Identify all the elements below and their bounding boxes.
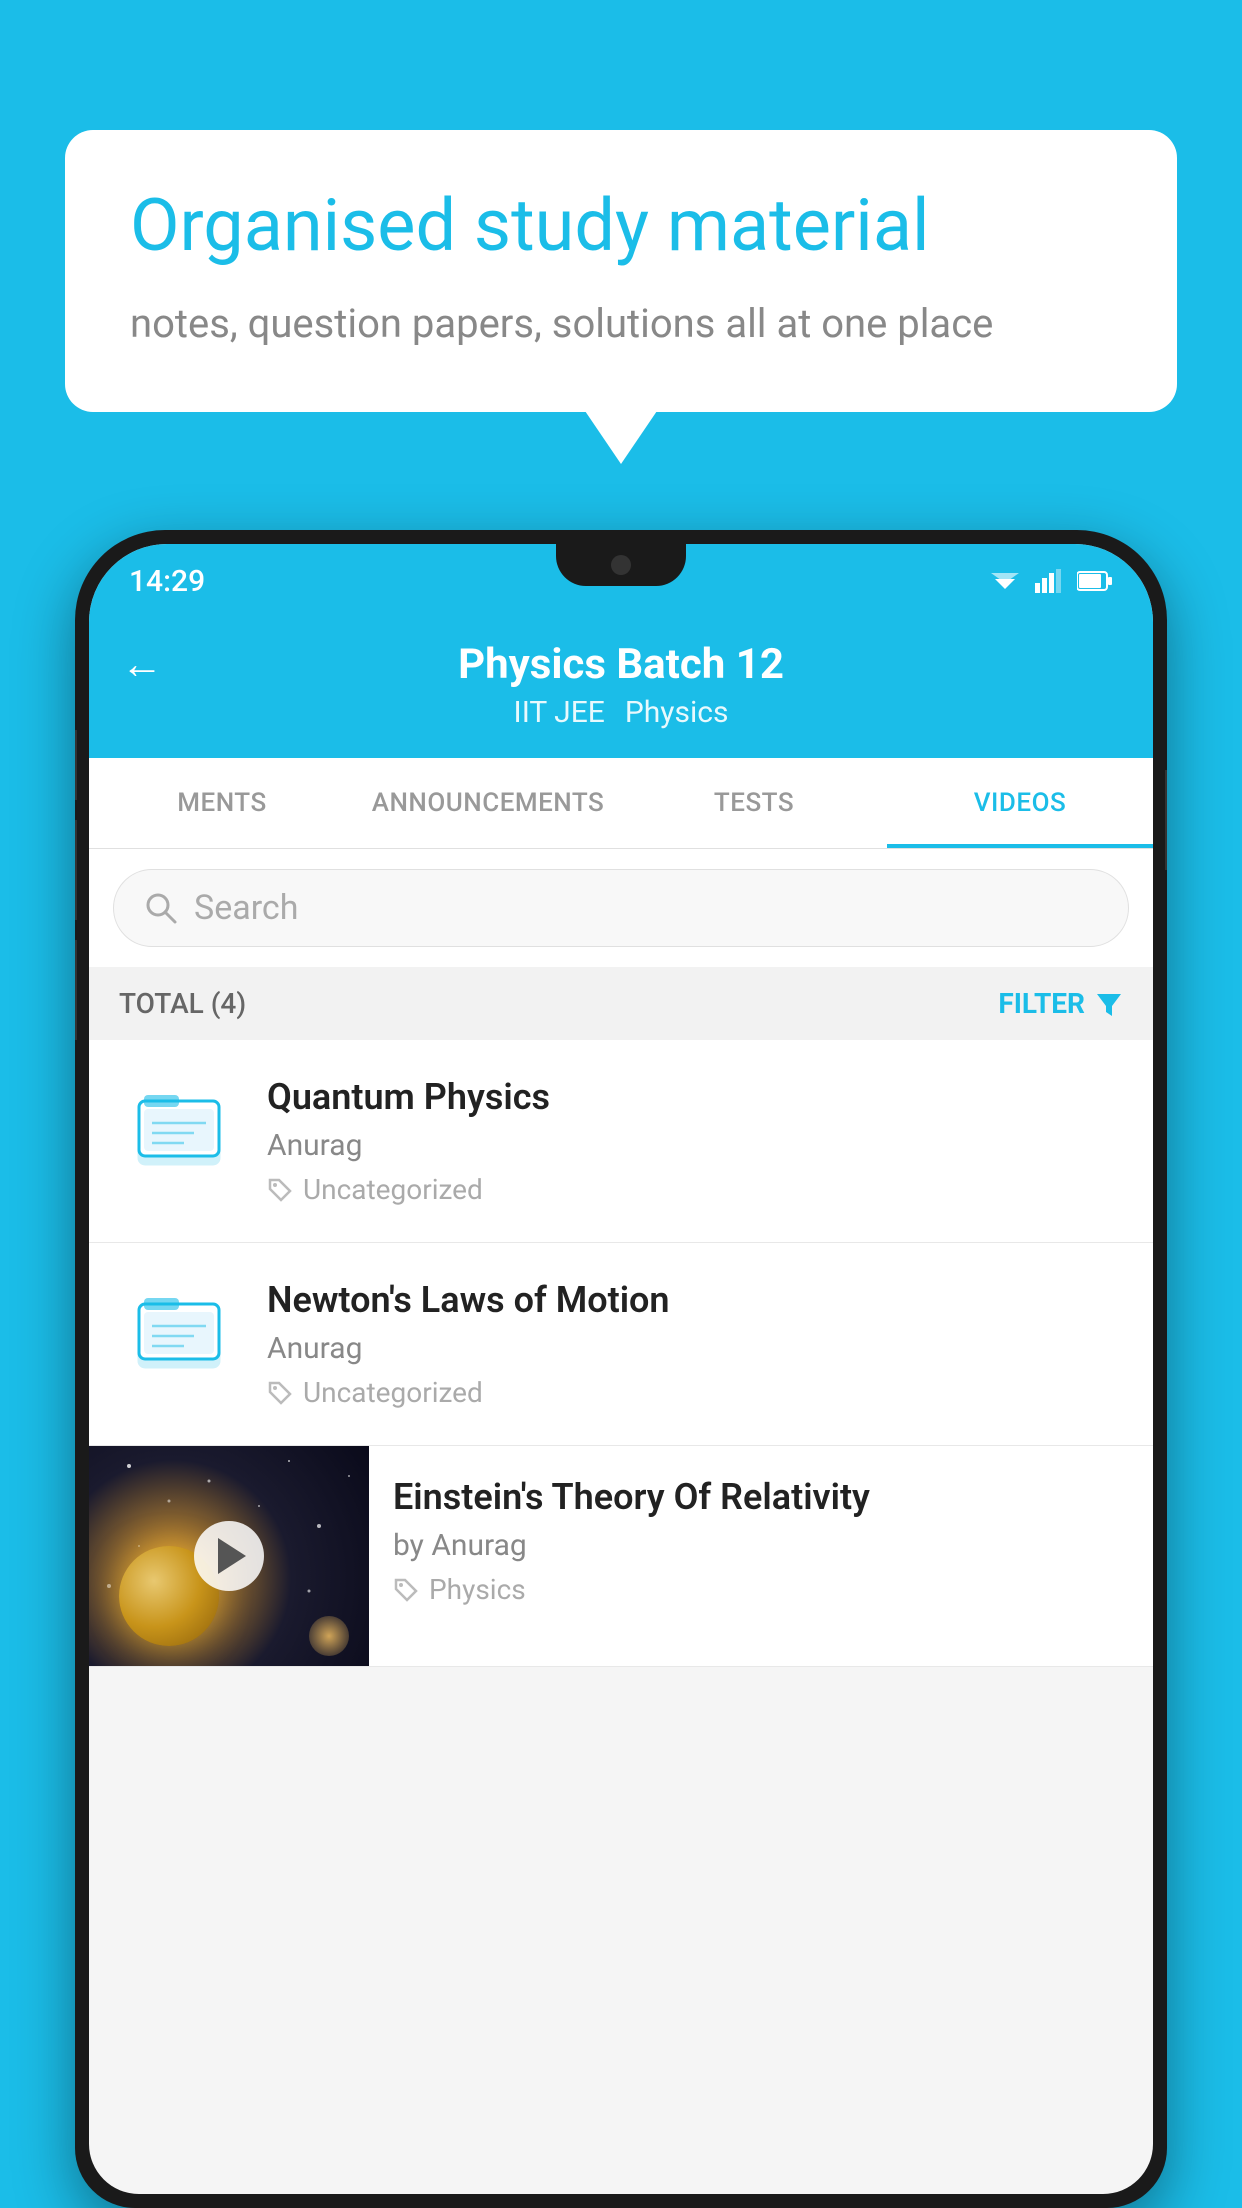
camera xyxy=(611,555,631,575)
header-title: Physics Batch 12 xyxy=(458,640,784,689)
search-bar-container: Search xyxy=(89,849,1153,967)
video-author-1: Anurag xyxy=(267,1128,1123,1163)
play-triangle-icon xyxy=(218,1538,246,1574)
phone-frame: 14:29 xyxy=(75,530,1167,2208)
bubble-subtitle: notes, question papers, solutions all at… xyxy=(130,296,1112,352)
video-list: Quantum Physics Anurag Uncategorized xyxy=(89,1040,1153,1667)
video-title-1: Quantum Physics xyxy=(267,1076,1123,1118)
tabs-bar: MENTS ANNOUNCEMENTS TESTS VIDEOS xyxy=(89,758,1153,849)
battery-icon xyxy=(1077,570,1113,592)
video-thumbnail-1 xyxy=(119,1076,239,1176)
video-info-1: Quantum Physics Anurag Uncategorized xyxy=(267,1076,1123,1206)
power-button xyxy=(1165,770,1167,870)
list-item[interactable]: Newton's Laws of Motion Anurag Uncategor… xyxy=(89,1243,1153,1446)
subtitle-iit: IIT JEE xyxy=(514,695,605,730)
search-bar[interactable]: Search xyxy=(113,869,1129,947)
silent-button xyxy=(75,940,77,1040)
filter-button[interactable]: FILTER xyxy=(998,987,1123,1020)
phone-screen: 14:29 xyxy=(89,544,1153,2194)
wifi-icon xyxy=(989,569,1021,593)
filter-row: TOTAL (4) FILTER xyxy=(89,967,1153,1040)
video-tag-1: Uncategorized xyxy=(267,1173,1123,1206)
search-icon xyxy=(144,891,178,925)
status-time: 14:29 xyxy=(129,564,205,599)
folder-icon xyxy=(134,1081,224,1171)
video-author-2: Anurag xyxy=(267,1331,1123,1366)
video-tag-3: Physics xyxy=(393,1573,1129,1606)
bubble-title: Organised study material xyxy=(130,185,1112,268)
tag-icon-3 xyxy=(393,1577,419,1603)
video-thumbnail-2 xyxy=(119,1279,239,1379)
volume-down-button xyxy=(75,820,77,920)
video-tag-2: Uncategorized xyxy=(267,1376,1123,1409)
video-info-2: Newton's Laws of Motion Anurag Uncategor… xyxy=(267,1279,1123,1409)
list-item[interactable]: Einstein's Theory Of Relativity by Anura… xyxy=(89,1446,1153,1667)
back-button[interactable]: ← xyxy=(121,640,163,689)
filter-funnel-icon xyxy=(1095,990,1123,1018)
video-info-3: Einstein's Theory Of Relativity by Anura… xyxy=(369,1446,1153,1636)
play-button[interactable] xyxy=(194,1521,264,1591)
status-bar: 14:29 xyxy=(89,544,1153,618)
video-thumbnail-3 xyxy=(89,1446,369,1666)
tag-icon-2 xyxy=(267,1380,293,1406)
video-author-3: by Anurag xyxy=(393,1528,1129,1563)
speech-bubble-section: Organised study material notes, question… xyxy=(65,130,1177,412)
notch xyxy=(556,544,686,586)
volume-up-button xyxy=(75,730,77,800)
video-title-3: Einstein's Theory Of Relativity xyxy=(393,1476,1129,1518)
tab-tests[interactable]: TESTS xyxy=(621,758,887,848)
speech-bubble: Organised study material notes, question… xyxy=(65,130,1177,412)
tab-ments[interactable]: MENTS xyxy=(89,758,355,848)
light-flare xyxy=(309,1616,349,1656)
app-header: ← Physics Batch 12 IIT JEE Physics xyxy=(89,618,1153,758)
subtitle-physics: Physics xyxy=(625,695,729,730)
folder-icon-2 xyxy=(134,1284,224,1374)
signal-icon xyxy=(1035,569,1063,593)
list-item[interactable]: Quantum Physics Anurag Uncategorized xyxy=(89,1040,1153,1243)
header-subtitle: IIT JEE Physics xyxy=(514,695,729,730)
status-icons xyxy=(989,569,1113,593)
total-count: TOTAL (4) xyxy=(119,987,246,1020)
tag-icon xyxy=(267,1177,293,1203)
video-title-2: Newton's Laws of Motion xyxy=(267,1279,1123,1321)
tab-videos[interactable]: VIDEOS xyxy=(887,758,1153,848)
search-placeholder: Search xyxy=(194,888,298,928)
tab-announcements[interactable]: ANNOUNCEMENTS xyxy=(355,758,621,848)
